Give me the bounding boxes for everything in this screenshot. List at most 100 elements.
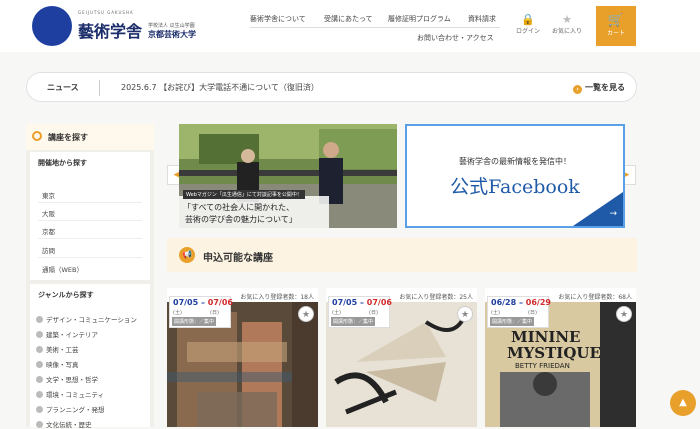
university-name[interactable]: 京都芸術大学: [148, 29, 196, 40]
course-date-badge: 07/05 – 07/06 (土) (日) 開講形態：／集中: [328, 296, 392, 328]
book-author: BETTY FRIEDAN: [515, 362, 570, 370]
arrow-right-icon: →: [609, 209, 617, 219]
start-weekday: (土): [491, 310, 500, 316]
news-bar: ニュース 2025.6.7 【お詫び】大学電話不通について（復旧済） › 一覧を見…: [26, 72, 637, 102]
end-weekday: (日): [210, 310, 219, 316]
arrow-right-icon: ›: [573, 85, 582, 94]
nav-request-materials[interactable]: 資料請求: [468, 14, 496, 24]
genre-film-photo[interactable]: 映像・写真: [36, 359, 79, 369]
photo-caption-small: Webマガジン「瓜生通信」にて対談記事を公開中！: [183, 190, 305, 199]
lightbulb-icon: [36, 406, 43, 413]
book-icon: [36, 376, 43, 383]
logo-subtitle: GEIJUTSU GAKUSHA: [78, 10, 134, 15]
nav-certificate-program[interactable]: 履修証明プログラム: [388, 14, 451, 24]
favorites-label: お気に入り: [552, 28, 583, 35]
nav-about[interactable]: 藝術学舎について: [250, 14, 306, 24]
cart-icon: 🛒: [607, 13, 625, 28]
divider: [38, 238, 142, 239]
course-card[interactable]: お気に入り登録者数：25人 ★ 07/05 – 07/06 (土) (日) 開講…: [326, 288, 477, 427]
place-visit[interactable]: 訪問: [42, 245, 55, 255]
divider: [38, 202, 142, 203]
course-card[interactable]: MININE MYSTIQUE BETTY FRIEDAN お気に入り登録者数：…: [485, 288, 636, 427]
nav-divider: [250, 27, 500, 28]
end-date: 07/06: [366, 298, 392, 307]
feature-photo-banner[interactable]: Webマガジン「瓜生通信」にて対談記事を公開中！ 「すべての社会人に開かれた、 …: [179, 124, 397, 228]
place-web[interactable]: 通隔（WEB）: [42, 264, 83, 274]
course-format: 開講形態：／集中: [172, 317, 217, 326]
nav-contact-access[interactable]: お問い合わせ・アクセス: [417, 33, 494, 43]
site-header: GEIJUTSU GAKUSHA 藝術学舎 学校法人 瓜生山学園 京都芸術大学 …: [0, 0, 700, 52]
leaf-icon: [36, 391, 43, 398]
place-tokyo[interactable]: 東京: [42, 190, 55, 200]
genre-art-craft[interactable]: 美術・工芸: [36, 344, 79, 354]
photo-caption-line1: 「すべての社会人に開かれた、: [183, 203, 295, 212]
book-title-line2: MYSTIQUE: [507, 344, 601, 362]
favorite-star-button[interactable]: ★: [616, 306, 632, 322]
sidebar-header: 講座を探す: [26, 124, 154, 150]
news-item[interactable]: 2025.6.7 【お詫び】大学電話不通について（復旧済）: [121, 82, 319, 93]
place-filter-title: 開催地から探す: [38, 159, 87, 167]
course-dates: 06/28 – 06/29: [491, 298, 551, 307]
genre-design[interactable]: デザイン・コミュニケーション: [36, 314, 137, 324]
facebook-banner[interactable]: 藝術学舎の最新情報を発信中！ 公式Facebook →: [405, 124, 625, 228]
course-date-badge: 06/28 – 06/29 (土) (日) 開講形態：／集中: [487, 296, 551, 328]
available-courses-header: 📢 申込可能な講座: [167, 238, 637, 272]
megaphone-icon: 📢: [179, 247, 195, 263]
genre-label: 建築・インテリア: [46, 331, 98, 339]
genre-tradition[interactable]: 文化伝統・歴史: [36, 419, 92, 429]
news-more-label: 一覧を見る: [585, 83, 625, 92]
sidebar-title: 講座を探す: [48, 133, 88, 142]
start-date: 06/28: [491, 298, 517, 307]
genre-label: 美術・工芸: [46, 346, 79, 354]
place-filter-panel: 開催地から探す 東京 大阪 京都 訪問 通隔（WEB）: [30, 152, 150, 280]
chevron-up-icon: ▲: [679, 397, 687, 408]
login-label: ログイン: [515, 28, 540, 35]
place-kyoto[interactable]: 京都: [42, 226, 55, 236]
cart-button[interactable]: 🛒 カート: [596, 6, 636, 46]
genre-literature[interactable]: 文学・思想・哲学: [36, 374, 98, 384]
genre-label: 環境・コミュニティ: [46, 391, 105, 399]
nav-attendance[interactable]: 受講にあたって: [324, 14, 373, 24]
login-link[interactable]: 🔒 ログイン: [513, 14, 543, 36]
genre-label: 文学・思想・哲学: [46, 376, 98, 384]
genre-environment[interactable]: 環境・コミュニティ: [36, 389, 104, 399]
favorite-star-button[interactable]: ★: [298, 306, 314, 322]
divider: [38, 257, 142, 258]
course-format: 開講形態：／集中: [331, 317, 376, 326]
logo-emblem[interactable]: [32, 6, 72, 46]
end-weekday: (日): [369, 310, 378, 316]
divider: [38, 220, 142, 221]
favorites-link[interactable]: ★ お気に入り: [552, 13, 583, 36]
genre-architecture[interactable]: 建築・インテリア: [36, 329, 98, 339]
course-search-sidebar: 講座を探す 開催地から探す 東京 大阪 京都 訪問 通隔（WEB） ジャンルから…: [26, 124, 154, 429]
cart-label: カート: [606, 30, 625, 37]
genre-filter-panel: ジャンルから探す デザイン・コミュニケーション 建築・インテリア 美術・工芸 映…: [30, 284, 150, 429]
palette-icon: [36, 346, 43, 353]
star-icon: ★: [562, 13, 572, 26]
genre-label: 映像・写真: [46, 361, 79, 369]
news-more-link[interactable]: › 一覧を見る: [573, 82, 625, 94]
camera-icon: [36, 361, 43, 368]
course-date-badge: 07/05 – 07/06 (土) (日) 開講形態：／集中: [169, 296, 233, 328]
scroll-to-top-button[interactable]: ▲: [670, 390, 696, 416]
genre-label: 文化伝統・歴史: [46, 421, 92, 429]
course-card[interactable]: お気に入り登録者数：18人 ★ 07/05 – 07/06 (土) (日) 開講…: [167, 288, 318, 427]
start-date: 07/05: [173, 298, 199, 307]
logo-title[interactable]: 藝術学舎: [78, 18, 142, 42]
favorite-star-button[interactable]: ★: [457, 306, 473, 322]
course-dates: 07/05 – 07/06: [173, 298, 233, 307]
end-date: 06/29: [525, 298, 551, 307]
end-weekday: (日): [528, 310, 537, 316]
genre-planning[interactable]: プランニング・発想: [36, 404, 105, 414]
facebook-banner-tagline: 藝術学舎の最新情報を発信中！: [459, 157, 571, 166]
end-date: 07/06: [207, 298, 233, 307]
start-weekday: (土): [332, 310, 341, 316]
genre-filter-title: ジャンルから探す: [38, 291, 94, 299]
course-dates: 07/05 – 07/06: [332, 298, 392, 307]
photo-caption-line2: 芸術の学び舎の魅力について」: [185, 215, 297, 224]
place-osaka[interactable]: 大阪: [42, 208, 55, 218]
course-format: 開講形態：／集中: [490, 317, 535, 326]
news-divider: [99, 80, 100, 96]
start-weekday: (土): [173, 310, 182, 316]
design-icon: [36, 316, 43, 323]
